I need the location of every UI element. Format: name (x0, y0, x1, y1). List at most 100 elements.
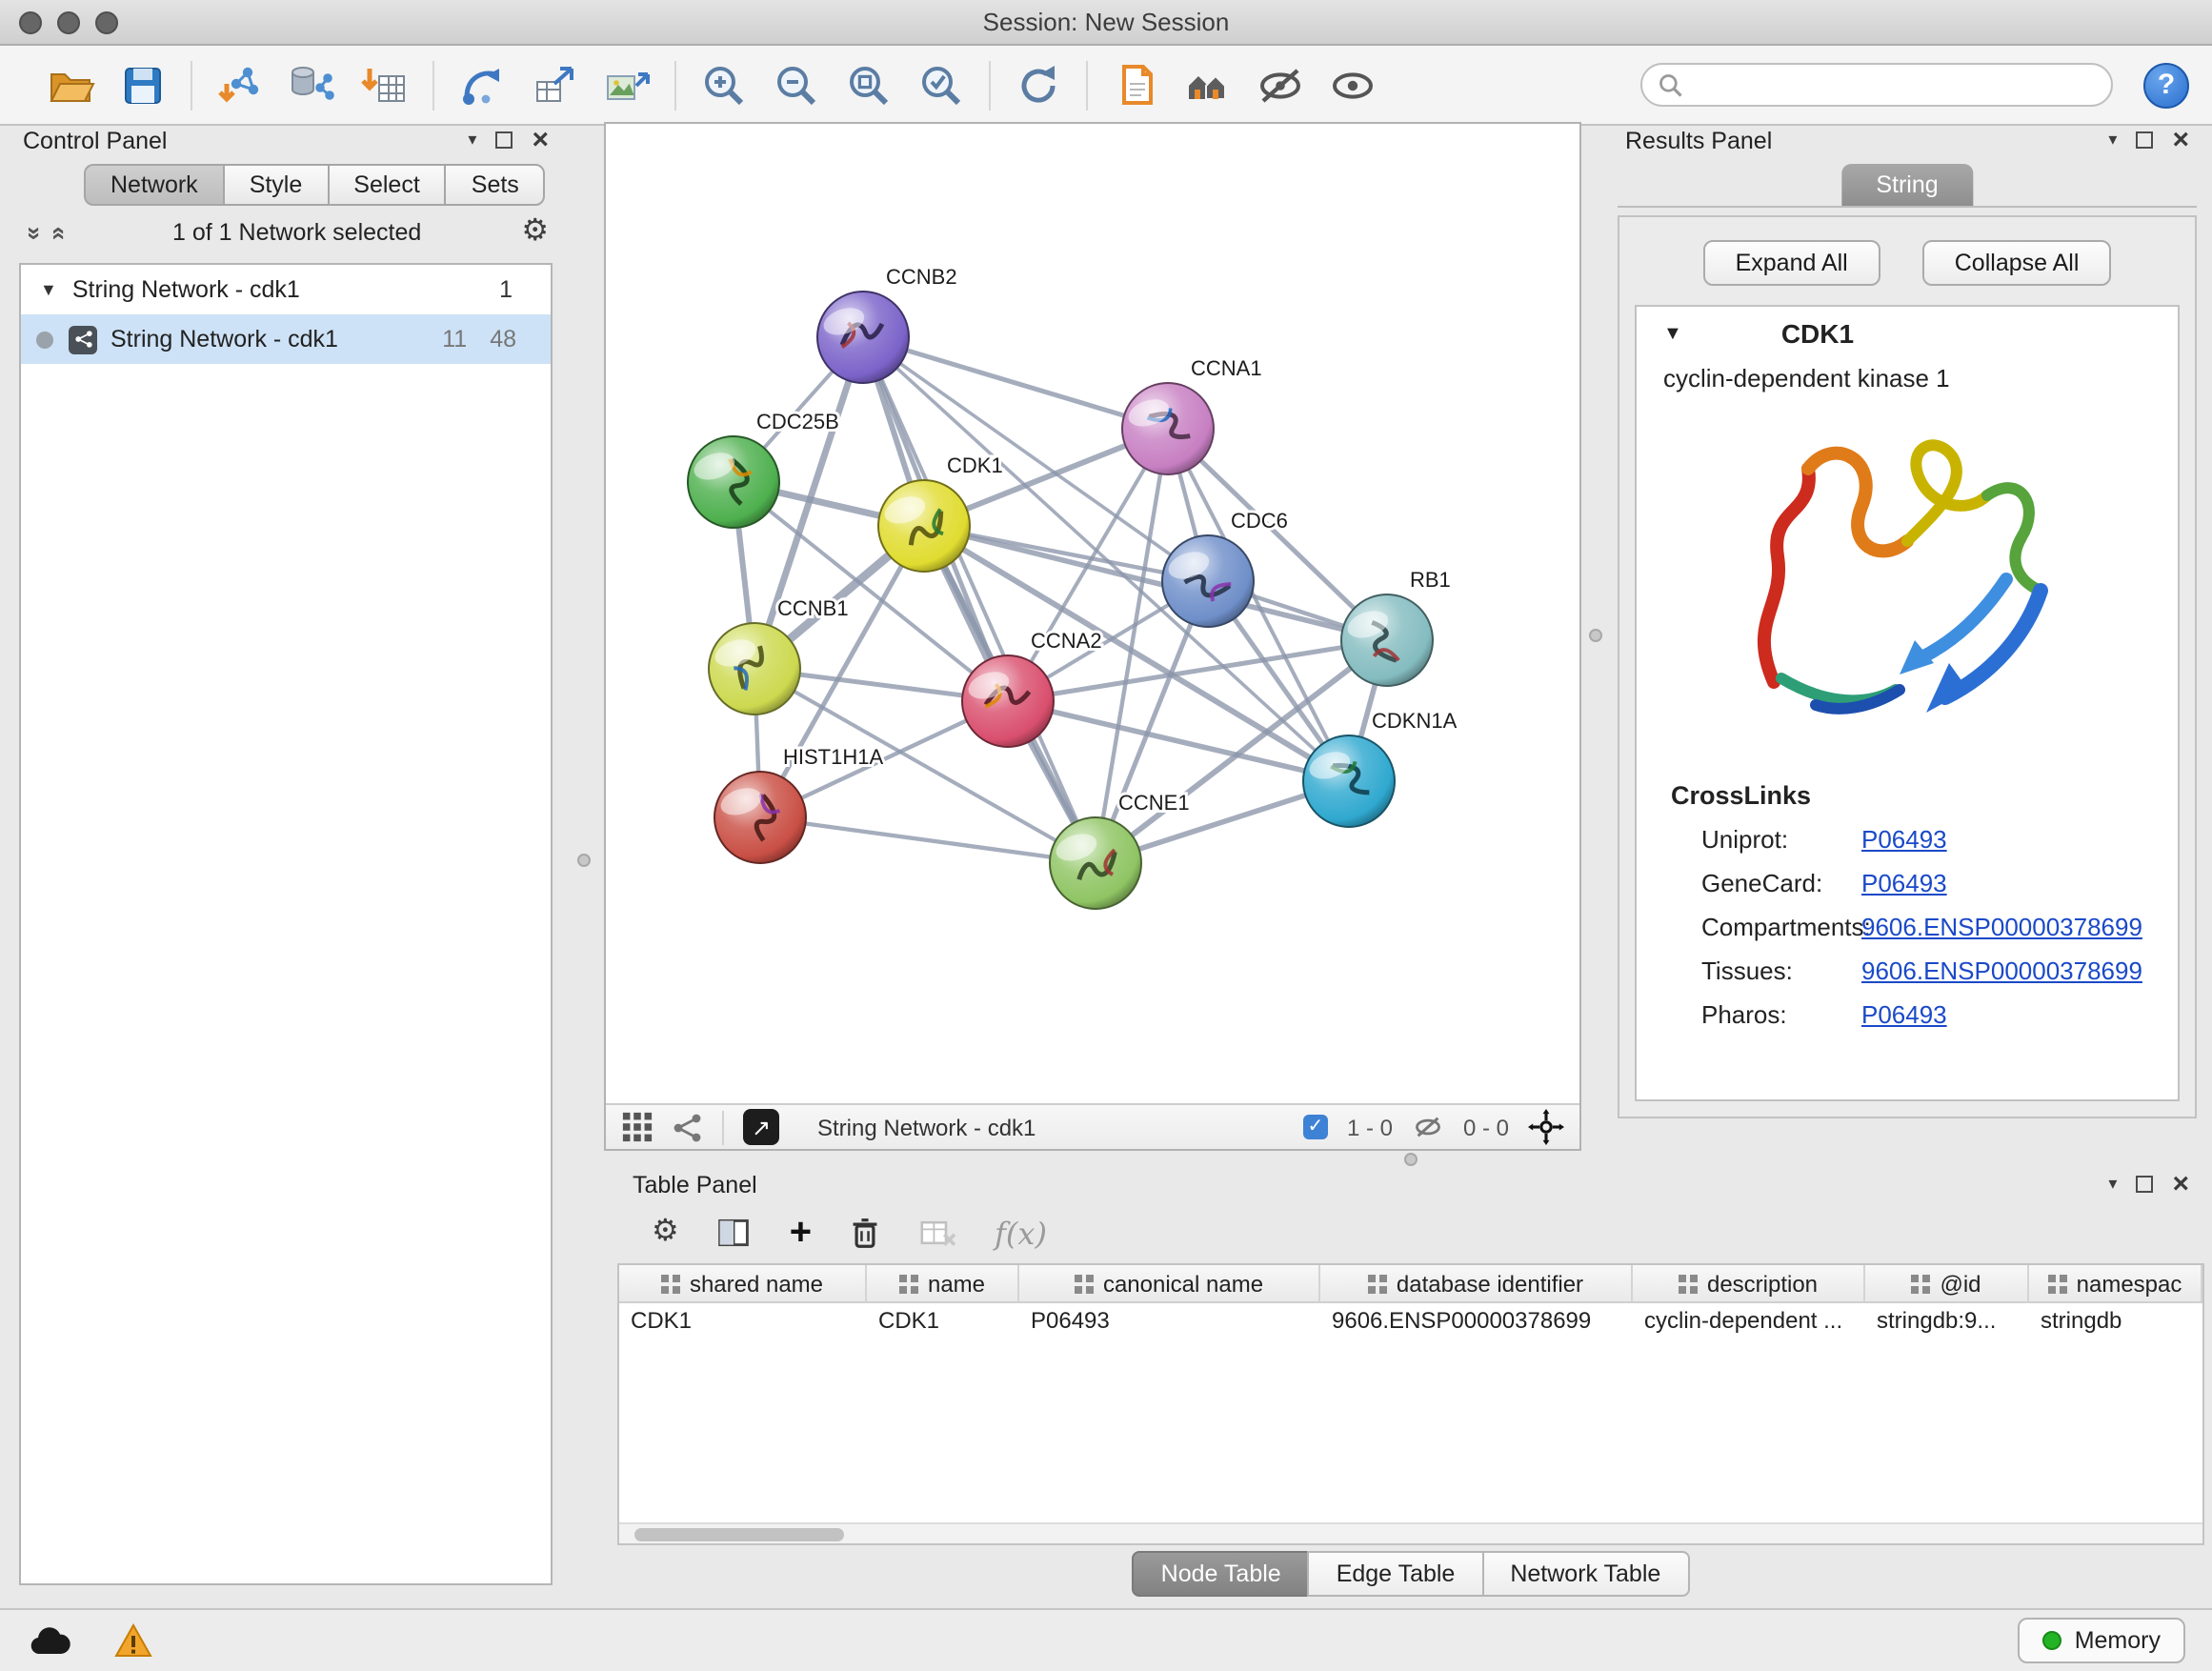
network-edge-CCNB2-CCNA1[interactable] (863, 337, 1168, 429)
search-input[interactable] (1696, 71, 2096, 98)
zoom-selected-icon[interactable] (916, 60, 966, 110)
crosslink-link[interactable]: P06493 (1861, 869, 1947, 897)
create-column-icon[interactable]: + (790, 1216, 812, 1250)
network-from-selection-icon[interactable] (457, 60, 507, 110)
delete-column-trash-icon[interactable] (850, 1216, 880, 1250)
tab-select[interactable]: Select (327, 164, 445, 206)
table-options-gear-icon[interactable]: ⚙ (652, 1218, 679, 1248)
tab-network[interactable]: Network (84, 164, 223, 206)
tab-network-table[interactable]: Network Table (1481, 1550, 1689, 1596)
network-edge-CCNB2-CCNE1[interactable] (863, 337, 1096, 863)
panel-float-icon[interactable] (2136, 1176, 2153, 1193)
network-node-CCNB2[interactable]: CCNB2 (817, 265, 957, 383)
panel-menu-icon[interactable]: ▾ (2108, 1174, 2117, 1195)
scrollbar-thumb[interactable] (634, 1528, 844, 1541)
crosslink-link[interactable]: 9606.ENSP00000378699 (1861, 956, 2142, 985)
network-edge-CCNA2-CDKN1A[interactable] (1008, 701, 1349, 781)
network-row-selected[interactable]: String Network - cdk1 11 48 (21, 314, 551, 364)
network-node-HIST1H1A[interactable]: HIST1H1A (714, 745, 883, 863)
export-table-icon[interactable] (530, 60, 579, 110)
panel-menu-icon[interactable]: ▾ (2108, 130, 2117, 151)
crosslink-link[interactable]: 9606.ENSP00000378699 (1861, 913, 2142, 941)
hide-details-eye-icon[interactable] (1256, 60, 1305, 110)
collapse-all-button[interactable]: Collapse All (1922, 240, 2112, 286)
panel-close-icon[interactable]: × (532, 131, 549, 150)
table-cell[interactable]: stringdb:9... (1865, 1303, 2029, 1341)
network-collection-row[interactable]: ▼ String Network - cdk1 1 (21, 265, 551, 314)
table-horizontal-scrollbar[interactable] (619, 1522, 2202, 1543)
panel-float-icon[interactable] (2136, 131, 2153, 149)
column-header[interactable]: name (867, 1265, 1019, 1301)
column-header[interactable]: description (1633, 1265, 1865, 1301)
zoom-fit-icon[interactable] (844, 60, 894, 110)
crosslink-link[interactable]: P06493 (1861, 825, 1947, 854)
network-canvas[interactable]: CCNB2CCNA1CDC25BCDK1CDC6RB1CCNB1CCNA2CDK… (606, 124, 1579, 1103)
open-in-new-window-icon[interactable]: ↗ (743, 1109, 779, 1145)
crosslink-link[interactable]: P06493 (1861, 1000, 1947, 1029)
column-header[interactable]: database identifier (1320, 1265, 1633, 1301)
import-network-database-icon[interactable] (288, 60, 337, 110)
column-header[interactable]: namespac (2029, 1265, 2202, 1301)
import-table-icon[interactable] (360, 60, 410, 110)
network-node-CDC25B[interactable]: CDC25B (688, 410, 839, 528)
table-cell[interactable]: CDK1 (867, 1303, 1019, 1341)
minimize-window-button[interactable] (57, 10, 80, 33)
toolbar-search[interactable] (1640, 63, 2113, 107)
panel-menu-icon[interactable]: ▾ (468, 130, 476, 151)
zoom-window-button[interactable] (95, 10, 118, 33)
homes-icon[interactable] (1183, 60, 1233, 110)
bottom-splitter-handle[interactable] (1404, 1153, 1418, 1166)
network-edge-HIST1H1A-CCNE1[interactable] (760, 817, 1096, 863)
panel-close-icon[interactable]: × (2172, 131, 2189, 150)
export-image-icon[interactable] (602, 60, 652, 110)
column-header[interactable]: @id (1865, 1265, 2029, 1301)
tab-sets[interactable]: Sets (445, 164, 546, 206)
pan-crosshair-icon[interactable] (1528, 1109, 1564, 1145)
right-splitter-handle[interactable] (1589, 629, 1602, 642)
hidden-elements-eye-icon[interactable] (1412, 1113, 1444, 1141)
table-cell[interactable]: 9606.ENSP00000378699 (1320, 1303, 1633, 1341)
close-window-button[interactable] (19, 10, 42, 33)
tree-expand-icon[interactable]: ▼ (40, 280, 57, 299)
grid-view-icon[interactable] (621, 1111, 654, 1143)
network-options-gear-icon[interactable]: ⚙ (521, 217, 549, 248)
warning-icon[interactable] (114, 1623, 152, 1658)
network-node-CDK1[interactable]: CDK1 (878, 453, 1003, 572)
table-cell[interactable]: CDK1 (619, 1303, 867, 1341)
clipboard-document-icon[interactable] (1111, 60, 1160, 110)
expand-all-icon[interactable]: « (46, 220, 74, 245)
import-network-file-icon[interactable] (215, 60, 265, 110)
network-node-CDKN1A[interactable]: CDKN1A (1303, 709, 1458, 827)
help-button[interactable]: ? (2143, 62, 2189, 108)
table-row[interactable]: CDK1 CDK1 P06493 9606.ENSP00000378699 cy… (619, 1303, 2202, 1341)
left-splitter-handle[interactable] (577, 854, 591, 867)
network-node-RB1[interactable]: RB1 (1341, 568, 1451, 686)
show-columns-icon[interactable] (717, 1216, 752, 1250)
column-header[interactable]: canonical name (1019, 1265, 1320, 1301)
open-session-icon[interactable] (46, 60, 95, 110)
panel-float-icon[interactable] (495, 131, 513, 149)
birdseye-view-icon[interactable] (673, 1112, 703, 1142)
panel-close-icon[interactable]: × (2172, 1175, 2189, 1194)
tab-style[interactable]: Style (223, 164, 328, 206)
expand-all-button[interactable]: Expand All (1703, 240, 1880, 286)
network-node-CCNA1[interactable]: CCNA1 (1122, 356, 1262, 474)
save-session-icon[interactable] (118, 60, 168, 110)
column-header[interactable]: shared name (619, 1265, 867, 1301)
tab-string[interactable]: String (1841, 164, 1972, 206)
node-selection-checkbox-icon[interactable]: ✓ (1303, 1115, 1328, 1139)
tab-edge-table[interactable]: Edge Table (1308, 1550, 1482, 1596)
table-cell[interactable]: cyclin-dependent ... (1633, 1303, 1865, 1341)
refresh-layout-icon[interactable] (1014, 60, 1063, 110)
zoom-out-icon[interactable] (772, 60, 821, 110)
gene-collapse-icon[interactable]: ▼ (1663, 323, 1682, 344)
string-network-graph[interactable]: CCNB2CCNA1CDC25BCDK1CDC6RB1CCNB1CCNA2CDK… (606, 124, 1579, 1097)
function-builder-icon[interactable]: f(x) (995, 1215, 1047, 1251)
show-details-eye-icon[interactable] (1328, 60, 1377, 110)
cloud-status-icon[interactable] (27, 1624, 72, 1657)
table-cell[interactable]: P06493 (1019, 1303, 1320, 1341)
memory-button[interactable]: Memory (2018, 1618, 2185, 1663)
table-cell[interactable]: stringdb (2029, 1303, 2202, 1341)
tab-node-table[interactable]: Node Table (1133, 1550, 1308, 1596)
zoom-in-icon[interactable] (699, 60, 749, 110)
